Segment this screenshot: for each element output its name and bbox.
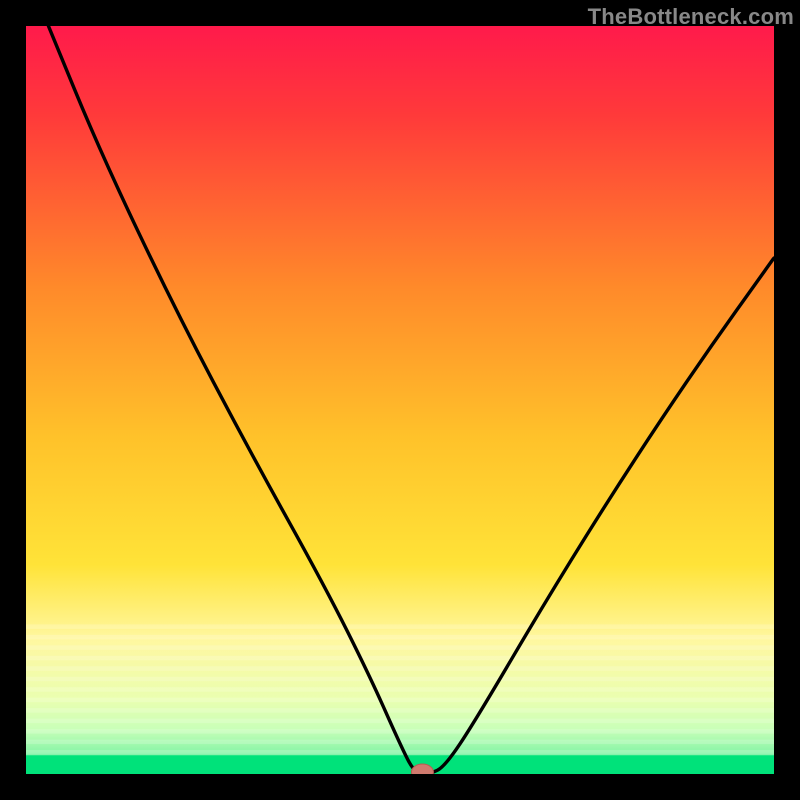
band-stripe [26,635,774,639]
band-stripe [26,666,774,670]
band-stripe [26,677,774,681]
band-stripe [26,687,774,691]
green-band [26,755,774,774]
band-stripe [26,708,774,712]
band-stripe [26,719,774,723]
band-stripe [26,750,774,754]
band-stripe [26,645,774,649]
band-stripe [26,624,774,628]
watermark-text: TheBottleneck.com [588,4,794,30]
band-stripe [26,729,774,733]
band-stripe [26,698,774,702]
chart-svg [26,26,774,774]
chart-frame: TheBottleneck.com [0,0,800,800]
band-stripe [26,656,774,660]
chart-background [26,26,774,774]
